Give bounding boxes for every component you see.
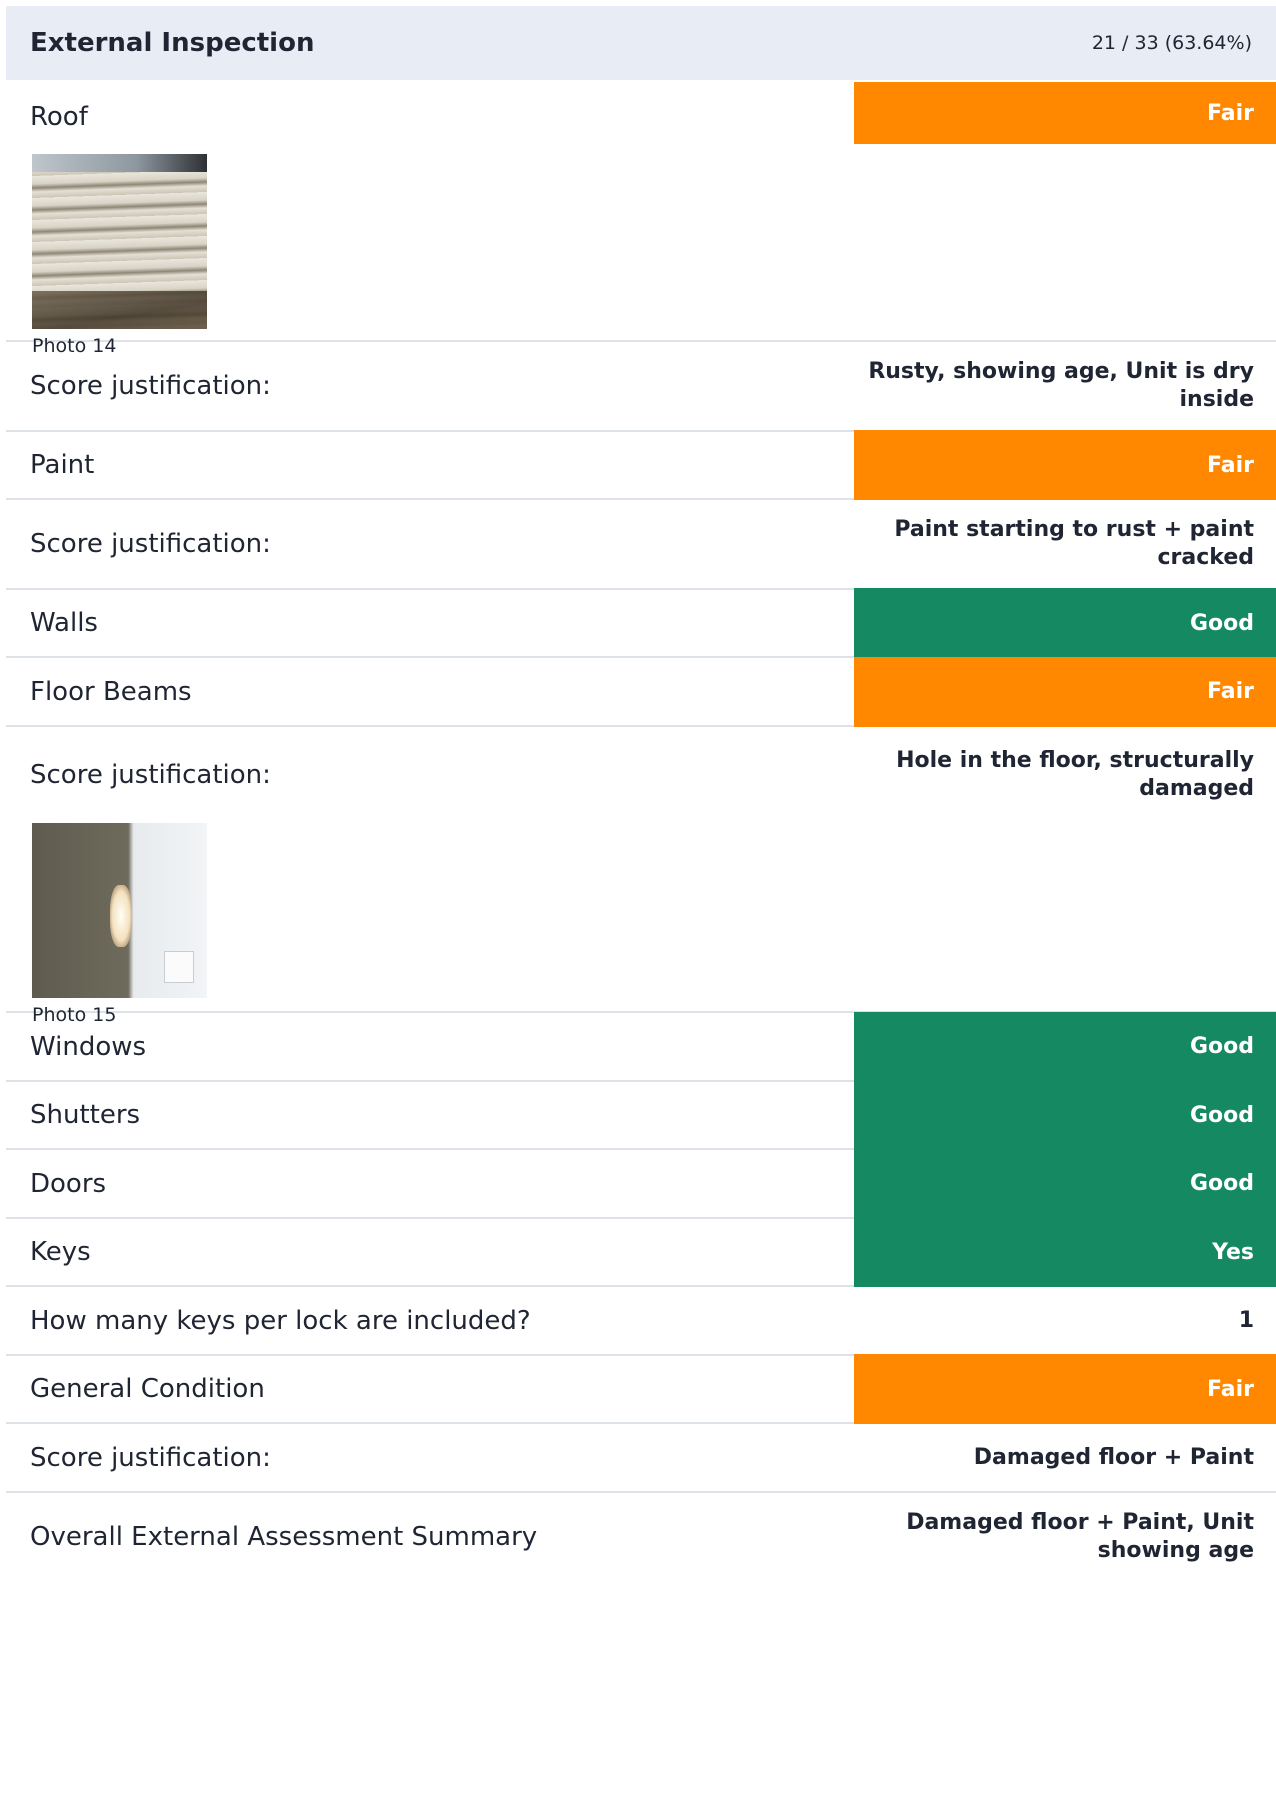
row-score-justification: Score justification: Hole in the floor, … [6, 727, 1276, 1026]
row-windows: Windows Good [6, 1011, 1276, 1082]
rating-badge-good: Good [854, 588, 1276, 658]
row-label: How many keys per lock are included? [30, 1305, 531, 1336]
row-label: Paint [30, 450, 95, 480]
justification-value: Paint starting to rust + paint cracked [894, 517, 1254, 570]
roof-photo[interactable] [32, 154, 207, 329]
rating-badge-good: Good [854, 1080, 1276, 1150]
row-paint: Paint Fair [6, 430, 1276, 500]
row-floor-beams: Floor Beams Fair [6, 656, 1276, 727]
row-general-condition: General Condition Fair [6, 1354, 1276, 1424]
rating-badge-fair: Fair [854, 656, 1276, 727]
row-overall-summary: Overall External Assessment Summary Dama… [6, 1493, 1276, 1581]
row-label: General Condition [30, 1374, 265, 1404]
summary-value: Damaged floor + Paint, Unit showing age [906, 1510, 1254, 1563]
row-label: Score justification: [30, 760, 271, 790]
section-score: 21 / 33 (63.64%) [1091, 32, 1252, 54]
row-label: Shutters [30, 1100, 141, 1130]
keys-count-value: 1 [1238, 1307, 1254, 1333]
row-keys-per-lock: How many keys per lock are included? 1 [6, 1287, 1276, 1356]
row-label: Score justification: [30, 1442, 271, 1473]
row-label: Score justification: [30, 529, 271, 559]
row-label: Score justification: [30, 371, 271, 401]
row-label: Roof [30, 102, 88, 132]
rating-badge-good: Good [854, 1148, 1276, 1219]
floor-photo[interactable] [32, 823, 207, 998]
section-title: External Inspection [30, 28, 315, 58]
row-label: Windows [30, 1031, 147, 1062]
justification-value: Rusty, showing age, Unit is dry inside [868, 359, 1254, 412]
row-label: Keys [30, 1237, 91, 1267]
row-keys: Keys Yes [6, 1217, 1276, 1287]
row-label: Doors [30, 1168, 107, 1199]
row-label: Walls [30, 608, 98, 638]
row-doors: Doors Good [6, 1148, 1276, 1219]
row-roof: Roof Fair Photo 14 [6, 80, 1276, 357]
row-label: Overall External Assessment Summary [30, 1522, 538, 1552]
row-score-justification: Score justification: Rusty, showing age,… [6, 342, 1276, 432]
photo-block: Photo 15 [6, 823, 1276, 1026]
photo-block: Photo 14 [6, 154, 1276, 357]
row-score-justification: Score justification: Damaged floor + Pai… [6, 1424, 1276, 1493]
external-inspection-report: External Inspection 21 / 33 (63.64%) Roo… [6, 6, 1276, 1581]
justification-value: Damaged floor + Paint [973, 1444, 1254, 1470]
row-shutters: Shutters Good [6, 1080, 1276, 1150]
rating-badge-good: Good [854, 1011, 1276, 1082]
row-label: Floor Beams [30, 676, 192, 707]
rating-badge-fair: Fair [854, 1354, 1276, 1424]
rating-badge-fair: Fair [854, 430, 1276, 500]
justification-value: Hole in the floor, structurally damaged [896, 748, 1254, 801]
row-walls: Walls Good [6, 588, 1276, 658]
rating-badge-fair: Fair [854, 82, 1276, 144]
section-header: External Inspection 21 / 33 (63.64%) [6, 6, 1276, 80]
rating-badge-yes: Yes [854, 1217, 1276, 1287]
row-score-justification: Score justification: Paint starting to r… [6, 500, 1276, 590]
